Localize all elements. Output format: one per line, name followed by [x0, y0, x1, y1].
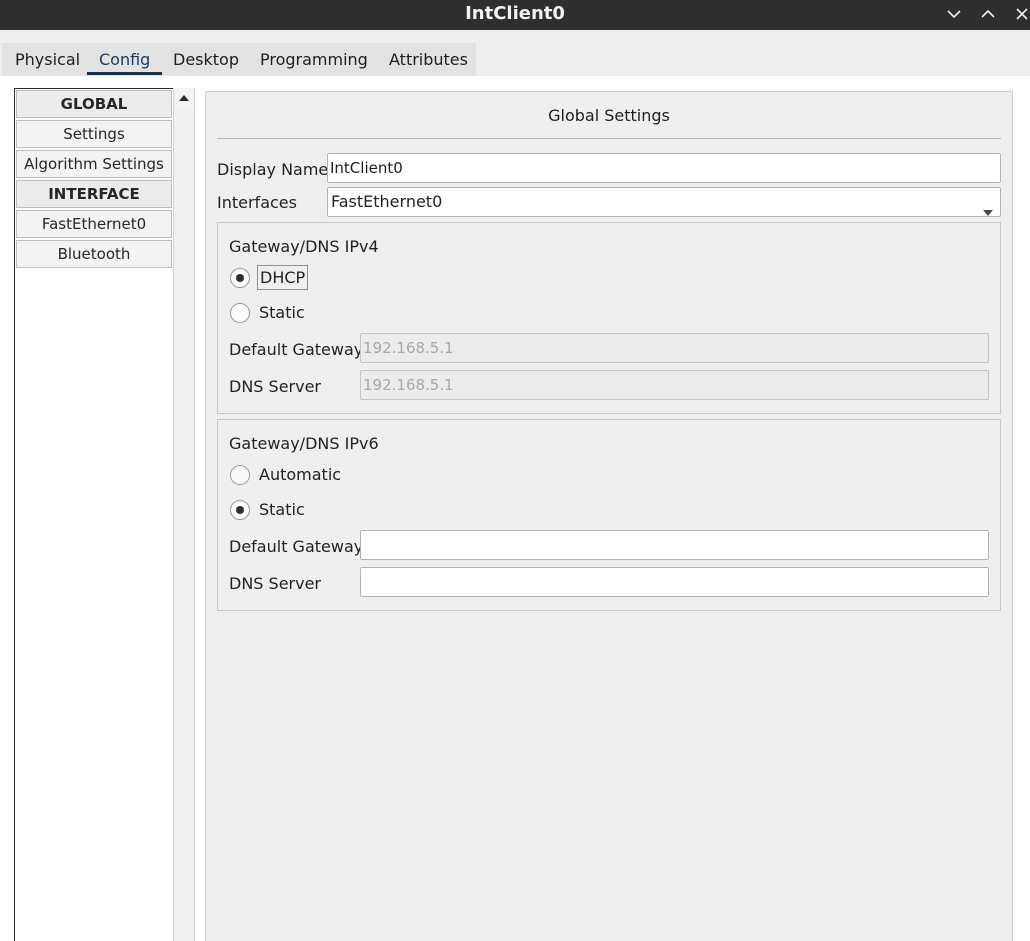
global-settings-panel: Global Settings Display Name Interfaces …	[205, 91, 1013, 941]
tab-programming[interactable]: Programming	[258, 43, 370, 76]
display-name-input[interactable]	[327, 153, 1001, 183]
ipv6-dns-input[interactable]	[360, 567, 989, 597]
sidebar-header-global: GLOBAL	[16, 90, 172, 118]
ipv6-gateway-label: Default Gateway	[229, 537, 364, 556]
sidebar-header-interface: INTERFACE	[16, 180, 172, 208]
tab-desktop[interactable]: Desktop	[171, 43, 241, 76]
window-title: IntClient0	[465, 3, 565, 24]
tab-config[interactable]: Config	[87, 43, 163, 76]
active-tab-indicator	[87, 72, 163, 75]
ipv6-group: Gateway/DNS IPv6 Automatic Static Defaul…	[217, 419, 1001, 611]
title-divider	[217, 138, 1001, 139]
interfaces-select[interactable]: FastEthernet0	[327, 187, 1001, 217]
sidebar-item-settings[interactable]: Settings	[16, 120, 172, 148]
automatic-radio[interactable]	[230, 465, 250, 485]
dhcp-focus-box[interactable]: DHCP	[257, 265, 309, 290]
ipv6-group-title: Gateway/DNS IPv6	[229, 434, 379, 453]
dhcp-radio[interactable]	[230, 268, 250, 288]
tab-physical[interactable]: Physical	[13, 43, 82, 76]
dhcp-label: DHCP	[260, 268, 306, 287]
sidebar-item-algorithm-settings[interactable]: Algorithm Settings	[16, 150, 172, 178]
display-name-label: Display Name	[217, 160, 329, 179]
ipv4-group: Gateway/DNS IPv4 DHCP Static Default Gat…	[217, 222, 1001, 414]
ipv4-dns-input	[360, 370, 989, 400]
interfaces-label: Interfaces	[217, 193, 297, 212]
sidebar-item-fastethernet0[interactable]: FastEthernet0	[16, 210, 172, 238]
ipv6-dns-label: DNS Server	[229, 574, 321, 593]
panel-title: Global Settings	[548, 106, 670, 125]
ipv4-dns-label: DNS Server	[229, 377, 321, 396]
scroll-track[interactable]	[174, 108, 194, 941]
ipv4-gateway-label: Default Gateway	[229, 340, 364, 359]
scroll-up-arrow-icon[interactable]	[174, 88, 194, 108]
ipv4-gateway-input	[360, 333, 989, 363]
tab-config-label: Config	[99, 50, 151, 69]
ipv4-static-label[interactable]: Static	[259, 303, 305, 322]
chevron-up-icon[interactable]	[976, 3, 1000, 25]
sidebar-scrollbar[interactable]	[173, 88, 195, 941]
chevron-down-icon[interactable]	[942, 3, 966, 25]
interfaces-selected-value: FastEthernet0	[331, 192, 443, 211]
ipv6-static-label[interactable]: Static	[259, 500, 305, 519]
sidebar-item-bluetooth[interactable]: Bluetooth	[16, 240, 172, 268]
automatic-label[interactable]: Automatic	[259, 465, 341, 484]
ipv6-gateway-input[interactable]	[360, 530, 989, 560]
ipv4-static-radio[interactable]	[230, 303, 250, 323]
tab-attributes[interactable]: Attributes	[387, 43, 470, 76]
tab-bar: Physical Config Desktop Programming Attr…	[2, 43, 476, 76]
ipv6-static-radio[interactable]	[230, 500, 250, 520]
ipv4-group-title: Gateway/DNS IPv4	[229, 237, 379, 256]
close-icon[interactable]	[1010, 3, 1030, 25]
title-bar: IntClient0	[0, 0, 1030, 30]
sidebar: GLOBAL Settings Algorithm Settings INTER…	[14, 88, 174, 941]
